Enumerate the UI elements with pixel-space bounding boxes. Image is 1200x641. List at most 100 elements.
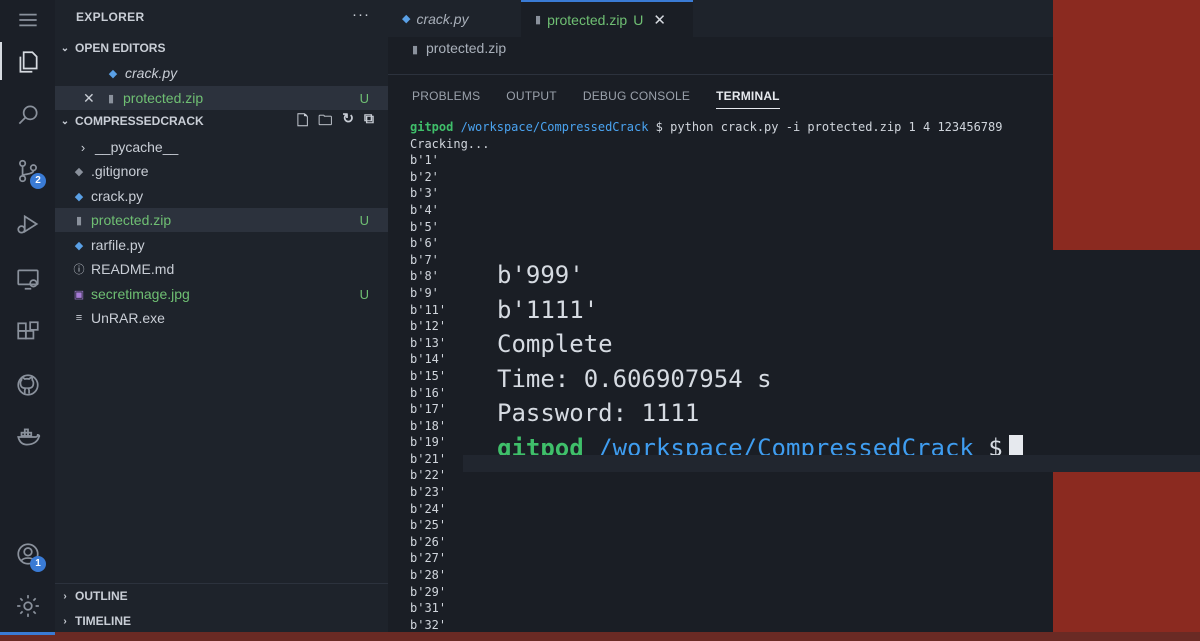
- zoom-line: Time: 0.606907954 s: [497, 364, 772, 393]
- chevron-right-icon: ›: [63, 590, 67, 602]
- explorer-sidebar: EXPLORER ··· ⌄ OPEN EDITORS ◆ crack.py ✕…: [55, 0, 388, 641]
- collapse-all-icon[interactable]: ⧉: [364, 110, 374, 134]
- image-file-icon: ▣: [73, 288, 85, 301]
- folder-label: COMPRESSEDCRACK: [75, 114, 204, 128]
- tab-debug-console[interactable]: DEBUG CONSOLE: [583, 89, 690, 109]
- prompt-path: /workspace/CompressedCrack: [460, 120, 649, 134]
- file-label: rarfile.py: [91, 237, 145, 253]
- tab-output[interactable]: OUTPUT: [506, 89, 557, 109]
- file-label: secretimage.jpg: [91, 286, 190, 302]
- breadcrumb[interactable]: ▮ protected.zip: [412, 40, 506, 56]
- timeline-header[interactable]: › TIMELINE: [55, 610, 388, 632]
- zoomed-terminal-text: b'999' b'1111' Complete Time: 0.606907954 s…: [497, 258, 1023, 465]
- tab-problems[interactable]: PROBLEMS: [412, 89, 480, 109]
- close-tab-icon[interactable]: ✕: [653, 11, 666, 29]
- outline-header[interactable]: › OUTLINE: [55, 585, 388, 607]
- terminal-line: b'31': [410, 601, 447, 616]
- editor-tabs: ◆ crack.py ▮ protected.zip U ✕: [388, 0, 1053, 37]
- open-editor-item[interactable]: ◆ crack.py: [55, 61, 388, 85]
- git-status-badge: U: [359, 212, 369, 228]
- file-item[interactable]: ◆ .gitignore: [55, 159, 388, 183]
- overlay-edge: [463, 455, 1200, 472]
- divider: [55, 583, 388, 584]
- terminal-line: b'27': [410, 551, 447, 566]
- docker-icon[interactable]: [12, 421, 44, 453]
- menu-icon[interactable]: [12, 4, 44, 36]
- more-actions-icon[interactable]: ···: [352, 6, 370, 23]
- git-status-badge: U: [359, 90, 369, 106]
- new-file-icon[interactable]: 🗋: [297, 110, 308, 134]
- activity-bar: 2 1: [0, 0, 55, 641]
- active-accent: [0, 632, 55, 635]
- prompt-user: gitpod: [410, 120, 454, 134]
- zip-file-icon: ▮: [412, 44, 419, 56]
- text-file-icon: ≡: [75, 312, 83, 324]
- terminal-line: b'26': [410, 534, 447, 549]
- account-icon[interactable]: 1: [12, 538, 46, 572]
- scm-badge: 2: [30, 173, 46, 189]
- account-badge: 1: [30, 556, 46, 572]
- file-item[interactable]: ▮ protected.zip U: [55, 208, 388, 232]
- settings-gear-icon[interactable]: [12, 590, 44, 622]
- terminal-command: python crack.py -i protected.zip 1 4 123…: [670, 120, 1003, 134]
- close-icon[interactable]: ✕: [83, 90, 103, 107]
- file-label: .gitignore: [91, 163, 149, 179]
- zoom-line: Password: 1111: [497, 399, 700, 427]
- chevron-right-icon: ›: [63, 615, 67, 627]
- file-item[interactable]: › __pycache__: [55, 135, 388, 159]
- terminal-line: b'1': [410, 153, 439, 168]
- terminal-line: Cracking...: [410, 136, 490, 151]
- tab-label: crack.py: [416, 10, 469, 27]
- folder-header[interactable]: ⌄ COMPRESSEDCRACK 🗋 🗀 ↻ ⧉: [55, 110, 388, 132]
- timeline-label: TIMELINE: [75, 614, 131, 628]
- open-editor-label: crack.py: [125, 65, 178, 81]
- file-item[interactable]: ≡ UnRAR.exe: [55, 306, 388, 330]
- zip-file-icon: ▮: [535, 14, 542, 26]
- extensions-icon[interactable]: [12, 316, 44, 348]
- tab-terminal[interactable]: TERMINAL: [716, 89, 780, 109]
- open-editor-label: protected.zip: [123, 90, 204, 106]
- terminal-line: b'5': [410, 219, 439, 234]
- zoom-line: b'999': [497, 261, 584, 289]
- chevron-down-icon: ⌄: [60, 115, 70, 127]
- info-icon: ⓘ: [73, 264, 85, 276]
- python-file-icon: ◆: [108, 67, 118, 80]
- run-debug-icon[interactable]: [12, 208, 44, 240]
- zoom-line: Complete: [497, 330, 613, 358]
- source-control-icon[interactable]: 2: [12, 155, 46, 189]
- git-status-badge: U: [359, 286, 369, 302]
- open-editors-header[interactable]: ⌄ OPEN EDITORS: [55, 37, 388, 59]
- new-folder-icon[interactable]: 🗀: [318, 110, 332, 134]
- chevron-down-icon: ⌄: [60, 42, 70, 54]
- file-item[interactable]: ◆ crack.py: [55, 184, 388, 208]
- refresh-icon[interactable]: ↻: [342, 110, 354, 134]
- terminal-line: b'25': [410, 518, 447, 533]
- panel-tabs: PROBLEMS OUTPUT DEBUG CONSOLE TERMINAL: [412, 89, 780, 109]
- tab-protected-zip[interactable]: ▮ protected.zip U ✕: [521, 0, 693, 37]
- python-file-icon: ◆: [74, 239, 84, 252]
- file-item[interactable]: ▣ secretimage.jpg U: [55, 282, 388, 306]
- outline-label: OUTLINE: [75, 589, 128, 603]
- prompt-sign: $: [655, 120, 663, 134]
- tab-crack-py[interactable]: ◆ crack.py: [388, 0, 521, 37]
- active-indicator: [0, 42, 2, 80]
- python-file-icon: ◆: [74, 190, 84, 203]
- remote-explorer-icon[interactable]: [12, 263, 44, 295]
- zip-file-icon: ▮: [107, 92, 115, 105]
- file-label: crack.py: [91, 188, 144, 204]
- explorer-icon[interactable]: [12, 46, 44, 78]
- terminal-line: b'2': [410, 169, 439, 184]
- zip-file-icon: ▮: [75, 214, 83, 227]
- terminal-line: b'24': [410, 501, 447, 516]
- github-icon[interactable]: [12, 369, 44, 401]
- terminal-line: b'4': [410, 202, 439, 217]
- bottom-edge: [0, 632, 1200, 641]
- file-item[interactable]: ◆ rarfile.py: [55, 233, 388, 257]
- terminal-line: b'29': [410, 584, 447, 599]
- chevron-right-icon: ›: [80, 139, 86, 155]
- tab-label: protected.zip: [547, 11, 628, 28]
- file-label: UnRAR.exe: [91, 310, 165, 326]
- open-editor-item[interactable]: ✕ ▮ protected.zip U: [55, 86, 388, 110]
- file-item[interactable]: ⓘ README.md: [55, 257, 388, 281]
- search-icon[interactable]: [12, 99, 44, 131]
